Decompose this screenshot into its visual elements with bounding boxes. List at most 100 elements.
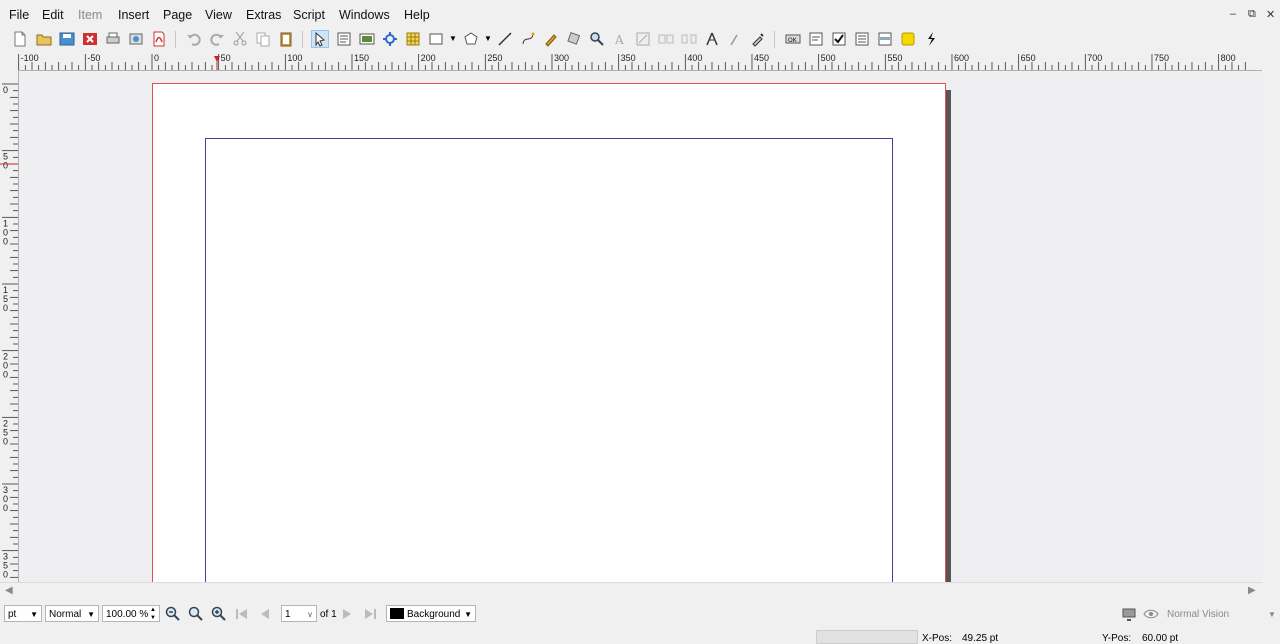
polygon-icon[interactable] bbox=[462, 30, 480, 48]
ruler-label: 500 bbox=[821, 53, 836, 63]
next-page-icon[interactable] bbox=[338, 605, 356, 623]
menu-file[interactable]: File bbox=[9, 8, 29, 22]
chevron-down-icon: ▼ bbox=[30, 610, 38, 619]
image-frame-icon[interactable] bbox=[358, 30, 376, 48]
y-pos-label: Y-Pos: bbox=[1102, 633, 1132, 644]
pdf-link-icon[interactable] bbox=[922, 30, 940, 48]
menu-script[interactable]: Script bbox=[293, 8, 325, 22]
pdf-text-field-icon[interactable] bbox=[807, 30, 825, 48]
rotate-icon[interactable] bbox=[565, 30, 583, 48]
measure-icon[interactable] bbox=[703, 30, 721, 48]
ruler-label: 0 bbox=[3, 236, 8, 246]
zoom-icon[interactable] bbox=[588, 30, 606, 48]
text-frame-icon[interactable] bbox=[335, 30, 353, 48]
ruler-label: 750 bbox=[1154, 53, 1169, 63]
ruler-label: 100 bbox=[287, 53, 302, 63]
page-number-value: 1 bbox=[285, 609, 291, 620]
last-page-icon[interactable] bbox=[361, 605, 379, 623]
mode-value: Normal bbox=[49, 609, 82, 620]
scroll-right-icon[interactable]: ▶ bbox=[1248, 585, 1256, 596]
ruler-label: 150 bbox=[354, 53, 369, 63]
export-pdf-icon[interactable] bbox=[150, 30, 168, 48]
spin-icon[interactable]: ▲ ▼ bbox=[150, 606, 156, 622]
shape-icon[interactable] bbox=[427, 30, 445, 48]
menu-extras[interactable]: Extras bbox=[246, 8, 281, 22]
horizontal-scrollbar[interactable]: ◀ ▶ bbox=[0, 582, 1262, 599]
layer-select[interactable]: Background ▼ bbox=[386, 605, 476, 622]
zoom-out-icon[interactable] bbox=[164, 605, 182, 623]
render-frame-icon[interactable] bbox=[381, 30, 399, 48]
first-page-icon[interactable] bbox=[233, 605, 251, 623]
menu-windows[interactable]: Windows bbox=[339, 8, 390, 22]
ruler-label: 50 bbox=[221, 53, 231, 63]
preview-mode-icon[interactable] bbox=[1120, 605, 1138, 623]
undo-icon[interactable] bbox=[185, 30, 203, 48]
zoom-in-icon[interactable] bbox=[210, 605, 228, 623]
edit-text-icon[interactable]: A bbox=[611, 30, 629, 48]
copy-icon[interactable] bbox=[254, 30, 272, 48]
menu-view[interactable]: View bbox=[205, 8, 232, 22]
zoom-input[interactable]: 100.00 % ▲ ▼ bbox=[102, 605, 160, 622]
page[interactable] bbox=[152, 83, 946, 582]
vertical-scrollbar[interactable] bbox=[1262, 52, 1280, 582]
page-number-select[interactable]: 1 ∨ bbox=[281, 605, 317, 622]
chevron-down-icon: ▼ bbox=[1268, 610, 1276, 619]
layer-color-swatch bbox=[390, 608, 404, 619]
menu-edit[interactable]: Edit bbox=[42, 8, 64, 22]
scroll-left-icon[interactable]: ◀ bbox=[5, 585, 13, 596]
zoom-100-icon[interactable] bbox=[187, 605, 205, 623]
ruler-label: 550 bbox=[887, 53, 902, 63]
chevron-down-icon: ∨ bbox=[307, 610, 313, 619]
close-button[interactable]: ✕ bbox=[1266, 8, 1275, 21]
shape-dropdown-arrow[interactable]: ▼ bbox=[449, 34, 457, 43]
select-icon[interactable] bbox=[311, 30, 329, 48]
pdf-annotation-icon[interactable] bbox=[899, 30, 917, 48]
menu-insert[interactable]: Insert bbox=[118, 8, 149, 22]
paste-icon[interactable] bbox=[277, 30, 295, 48]
menu-page[interactable]: Page bbox=[163, 8, 192, 22]
document-canvas[interactable] bbox=[19, 71, 1262, 582]
menu-help[interactable]: Help bbox=[404, 8, 430, 22]
pdf-combo-box-icon[interactable] bbox=[853, 30, 871, 48]
edit-contents-icon[interactable] bbox=[634, 30, 652, 48]
vision-select[interactable]: Normal Vision bbox=[1167, 609, 1229, 620]
link-frames-icon[interactable] bbox=[657, 30, 675, 48]
eyedropper-icon[interactable] bbox=[749, 30, 767, 48]
pdf-button-icon[interactable]: OK bbox=[784, 30, 802, 48]
redo-icon[interactable] bbox=[208, 30, 226, 48]
ruler-label: 800 bbox=[1221, 53, 1236, 63]
close-document-icon[interactable] bbox=[81, 30, 99, 48]
restore-button[interactable]: ⧉ bbox=[1248, 8, 1256, 21]
horizontal-ruler-ticks: -100 -50 0 50 100 150 200 250 300 350 400 450 500 550… bbox=[18, 53, 1246, 70]
ruler-label: 650 bbox=[1021, 53, 1036, 63]
polygon-dropdown-arrow[interactable]: ▼ bbox=[484, 34, 492, 43]
table-icon[interactable] bbox=[404, 30, 422, 48]
ruler-label: 400 bbox=[687, 53, 702, 63]
unlink-frames-icon[interactable] bbox=[680, 30, 698, 48]
minimize-button[interactable]: – bbox=[1230, 8, 1236, 20]
save-icon[interactable] bbox=[58, 30, 76, 48]
open-document-icon[interactable] bbox=[35, 30, 53, 48]
mode-select[interactable]: Normal ▼ bbox=[45, 605, 99, 622]
bezier-icon[interactable] bbox=[519, 30, 537, 48]
preflight-icon[interactable] bbox=[127, 30, 145, 48]
line-icon[interactable] bbox=[496, 30, 514, 48]
freehand-icon[interactable] bbox=[542, 30, 560, 48]
progress-bar bbox=[816, 630, 918, 644]
chevron-down-icon: ▼ bbox=[87, 610, 95, 619]
copy-properties-icon[interactable] bbox=[726, 30, 744, 48]
pdf-checkbox-icon[interactable] bbox=[830, 30, 848, 48]
pdf-list-box-icon[interactable] bbox=[876, 30, 894, 48]
ruler-label: 0 bbox=[3, 303, 8, 313]
new-document-icon[interactable] bbox=[11, 30, 29, 48]
previous-page-icon[interactable] bbox=[256, 605, 274, 623]
ruler-label: 0 bbox=[154, 53, 159, 63]
eye-icon[interactable] bbox=[1142, 605, 1160, 623]
cut-icon[interactable] bbox=[231, 30, 249, 48]
zoom-value: 100.00 % bbox=[106, 609, 149, 620]
unit-select[interactable]: pt ▼ bbox=[4, 605, 42, 622]
print-icon[interactable] bbox=[104, 30, 122, 48]
menu-item[interactable]: Item bbox=[78, 8, 102, 22]
ruler-label: 700 bbox=[1087, 53, 1102, 63]
ruler-label: 0 bbox=[3, 436, 8, 446]
